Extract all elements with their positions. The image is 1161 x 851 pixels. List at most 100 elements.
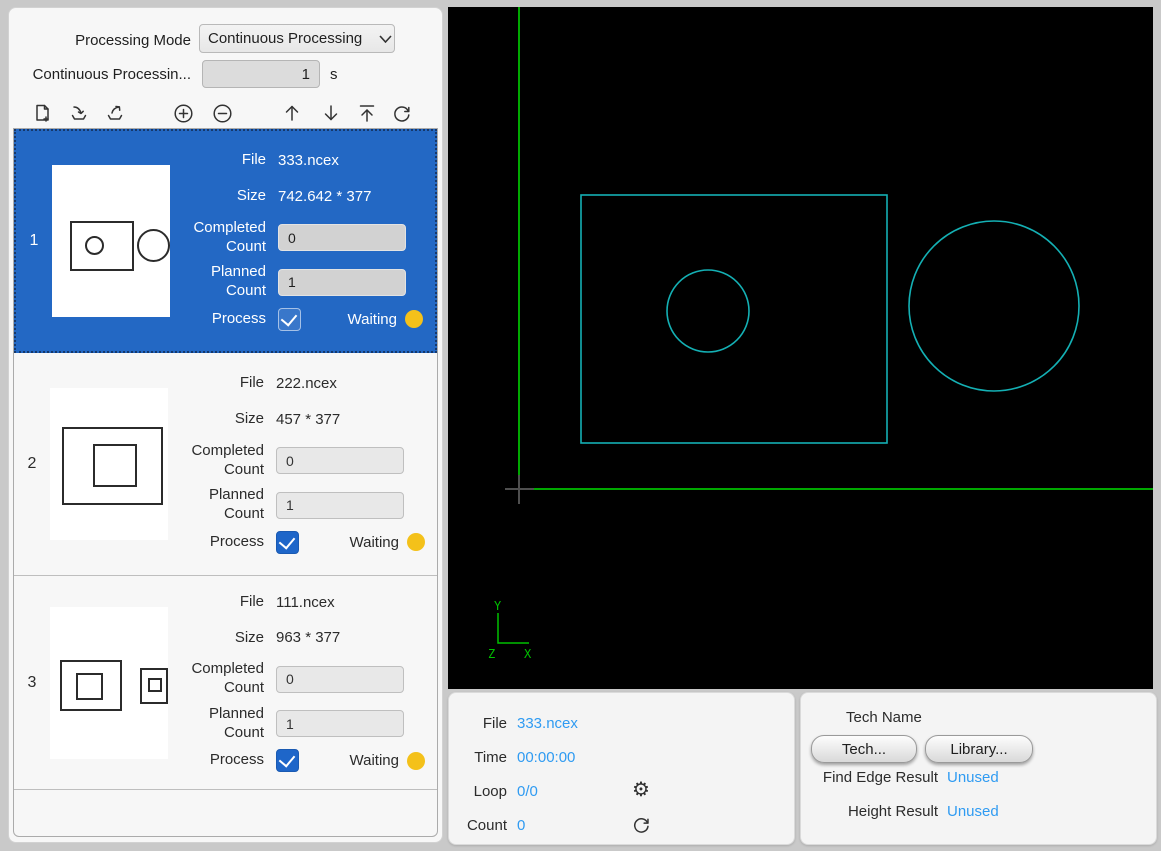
processing-mode-value: Continuous Processing <box>208 30 376 47</box>
completed-count-label: Completed Count <box>168 660 264 698</box>
file-label: File <box>449 715 507 732</box>
size-label: Size <box>168 410 264 429</box>
tech-button[interactable]: Tech... <box>811 735 917 763</box>
part-rectangle <box>581 195 887 443</box>
part-circle-small <box>667 270 749 352</box>
check-icon <box>279 751 296 768</box>
tech-name-label: Tech Name <box>846 709 922 726</box>
file-size: 457 * 377 <box>276 411 340 428</box>
process-label: Process <box>170 310 266 329</box>
find-edge-result-value: Unused <box>947 769 999 786</box>
preview-rect-inner-1 <box>76 673 103 700</box>
height-result-label: Height Result <box>801 803 938 820</box>
process-label: Process <box>168 751 264 770</box>
planned-count-input[interactable] <box>276 710 404 737</box>
add-icon[interactable] <box>171 101 195 125</box>
library-button[interactable]: Library... <box>925 735 1033 763</box>
run-status-card: File 333.ncex Time 00:00:00 Loop 0/0 ⚙ C… <box>448 692 795 845</box>
canvas-drawing: Y X Z <box>448 7 1153 689</box>
axis-y-label: Y <box>494 599 502 613</box>
chevron-down-icon <box>376 35 394 43</box>
process-label: Process <box>168 533 264 552</box>
current-file-value: 333.ncex <box>517 715 578 732</box>
planned-count-input[interactable] <box>276 492 404 519</box>
preview-rect-inner-2 <box>148 678 162 692</box>
continuous-interval-label: Continuous Processin... <box>9 66 191 83</box>
file-name: 111.ncex <box>276 594 335 611</box>
size-label: Size <box>168 629 264 648</box>
count-label: Count <box>449 817 507 834</box>
reset-icon[interactable] <box>390 101 414 125</box>
process-checkbox[interactable] <box>276 749 299 772</box>
processing-mode-select[interactable]: Continuous Processing <box>199 24 395 53</box>
count-value: 0 <box>517 817 525 834</box>
completed-count-label: Completed Count <box>168 442 264 480</box>
axis-x-label: X <box>524 647 532 661</box>
remove-icon[interactable] <box>210 101 234 125</box>
completed-count-input[interactable] <box>276 447 404 474</box>
export-file-icon[interactable] <box>103 101 127 125</box>
row-number: 3 <box>14 674 50 692</box>
reset-count-icon[interactable] <box>629 812 653 836</box>
row-number: 2 <box>14 455 50 473</box>
completed-count-input[interactable] <box>278 224 406 251</box>
time-label: Time <box>449 749 507 766</box>
preview-circle-small <box>85 236 104 255</box>
file-size: 742.642 * 377 <box>278 188 371 205</box>
size-label: Size <box>170 187 266 206</box>
file-label: File <box>168 374 264 393</box>
file-preview-thumbnail <box>50 388 168 540</box>
process-checkbox[interactable] <box>276 531 299 554</box>
status-indicator <box>405 310 423 328</box>
status-indicator <box>407 533 425 551</box>
file-label: File <box>168 593 264 612</box>
height-result-value: Unused <box>947 803 999 820</box>
move-to-top-icon[interactable] <box>355 101 379 125</box>
planned-count-label: Planned Count <box>168 705 264 743</box>
elapsed-time-value: 00:00:00 <box>517 749 575 766</box>
import-file-icon[interactable] <box>67 101 91 125</box>
part-circle-large <box>909 221 1079 391</box>
continuous-interval-input[interactable] <box>202 60 320 88</box>
find-edge-result-label: Find Edge Result <box>801 769 938 786</box>
planned-count-label: Planned Count <box>168 486 264 524</box>
file-queue-panel: Processing Mode Continuous Processing Co… <box>8 7 443 843</box>
preview-rect-inner <box>93 444 137 487</box>
status-label: Waiting <box>350 752 399 769</box>
move-down-icon[interactable] <box>319 101 343 125</box>
completed-count-label: Completed Count <box>170 219 266 257</box>
file-list-item-2[interactable]: 2 File 222.ncex Size 457 * 377 Completed… <box>14 353 437 576</box>
work-canvas[interactable]: Y X Z <box>448 7 1153 689</box>
status-label: Waiting <box>348 311 397 328</box>
file-preview-thumbnail <box>52 165 170 317</box>
axis-z-label: Z <box>488 647 495 661</box>
file-label: File <box>170 151 266 170</box>
status-indicator <box>407 752 425 770</box>
move-up-icon[interactable] <box>280 101 304 125</box>
file-name: 333.ncex <box>278 152 339 169</box>
status-label: Waiting <box>350 534 399 551</box>
file-size: 963 * 377 <box>276 629 340 646</box>
file-list-item-1[interactable]: 1 File 333.ncex Size 742.642 * 377 Compl… <box>14 129 437 353</box>
file-preview-thumbnail <box>50 607 168 759</box>
row-number: 1 <box>16 232 52 250</box>
processing-mode-label: Processing Mode <box>9 32 191 49</box>
planned-count-label: Planned Count <box>170 263 266 301</box>
completed-count-input[interactable] <box>276 666 404 693</box>
process-checkbox[interactable] <box>278 308 301 331</box>
loop-label: Loop <box>449 783 507 800</box>
interval-unit-label: s <box>330 66 338 83</box>
loop-value: 0/0 <box>517 783 538 800</box>
file-list-item-3[interactable]: 3 File 111.ncex Size 963 * 377 Completed… <box>14 576 437 790</box>
axis-indicator-lines <box>498 613 529 643</box>
planned-count-input[interactable] <box>278 269 406 296</box>
preview-circle-large <box>137 229 170 262</box>
file-name: 222.ncex <box>276 375 337 392</box>
new-file-icon[interactable] <box>31 101 55 125</box>
file-toolbar <box>9 98 442 130</box>
gear-icon[interactable]: ⚙ <box>629 778 653 802</box>
file-list: 1 File 333.ncex Size 742.642 * 377 Compl… <box>13 128 438 837</box>
check-icon <box>279 532 296 549</box>
tech-card: Tech Name Tech... Library... Find Edge R… <box>800 692 1157 845</box>
check-icon <box>281 309 298 326</box>
